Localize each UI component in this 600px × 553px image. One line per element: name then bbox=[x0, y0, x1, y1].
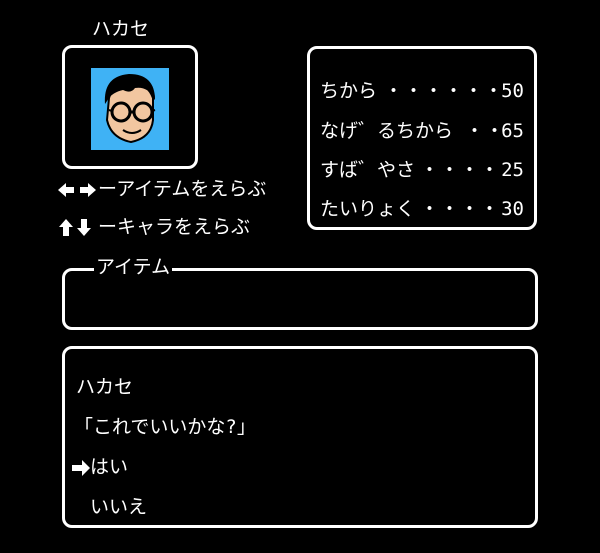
stat-row-throw-power: なげ゛るちから ・・ 65 bbox=[320, 119, 524, 143]
char-select-label: ーキャラをえらぶ bbox=[98, 216, 251, 238]
character-name: ハカセ bbox=[92, 18, 150, 40]
portrait bbox=[91, 68, 169, 150]
stat-value: 65 bbox=[501, 120, 524, 142]
stat-label: すば゛やさ bbox=[320, 159, 416, 181]
stat-row-speed: すば゛やさ ・・・・ 25 bbox=[320, 158, 524, 182]
up-down-arrows-icon bbox=[58, 219, 96, 241]
stat-label: なげ゛るちから bbox=[320, 120, 454, 142]
option-yes-label: はい bbox=[90, 456, 129, 478]
stat-value: 50 bbox=[501, 80, 524, 102]
stat-dots: ・・ bbox=[465, 120, 506, 142]
stat-dots: ・・・・ bbox=[420, 198, 501, 220]
scientist-face-icon bbox=[91, 68, 169, 150]
stat-dots: ・・・・・・ bbox=[384, 80, 505, 102]
stat-value: 30 bbox=[501, 198, 524, 220]
stat-value: 25 bbox=[501, 159, 524, 181]
item-box-title: アイテム bbox=[94, 256, 173, 278]
dialog-speaker: ハカセ bbox=[76, 376, 134, 398]
stat-label: たいりょく bbox=[320, 198, 416, 220]
stat-row-stamina: たいりょく ・・・・ 30 bbox=[320, 197, 524, 221]
option-no-label: いいえ bbox=[90, 496, 148, 518]
stat-dots: ・・・・ bbox=[420, 159, 501, 181]
stat-row-power: ちから ・・・・・・ 50 bbox=[320, 79, 524, 103]
stat-label: ちから bbox=[320, 80, 378, 102]
option-no[interactable]: いいえ bbox=[72, 496, 192, 520]
cursor-arrow-icon bbox=[72, 460, 90, 480]
left-right-arrows-icon bbox=[58, 182, 96, 202]
option-yes[interactable]: はい bbox=[72, 456, 192, 480]
item-select-label: ーアイテムをえらぶ bbox=[98, 178, 267, 200]
dialog-message: 「これでいいかな?」 bbox=[74, 416, 256, 438]
